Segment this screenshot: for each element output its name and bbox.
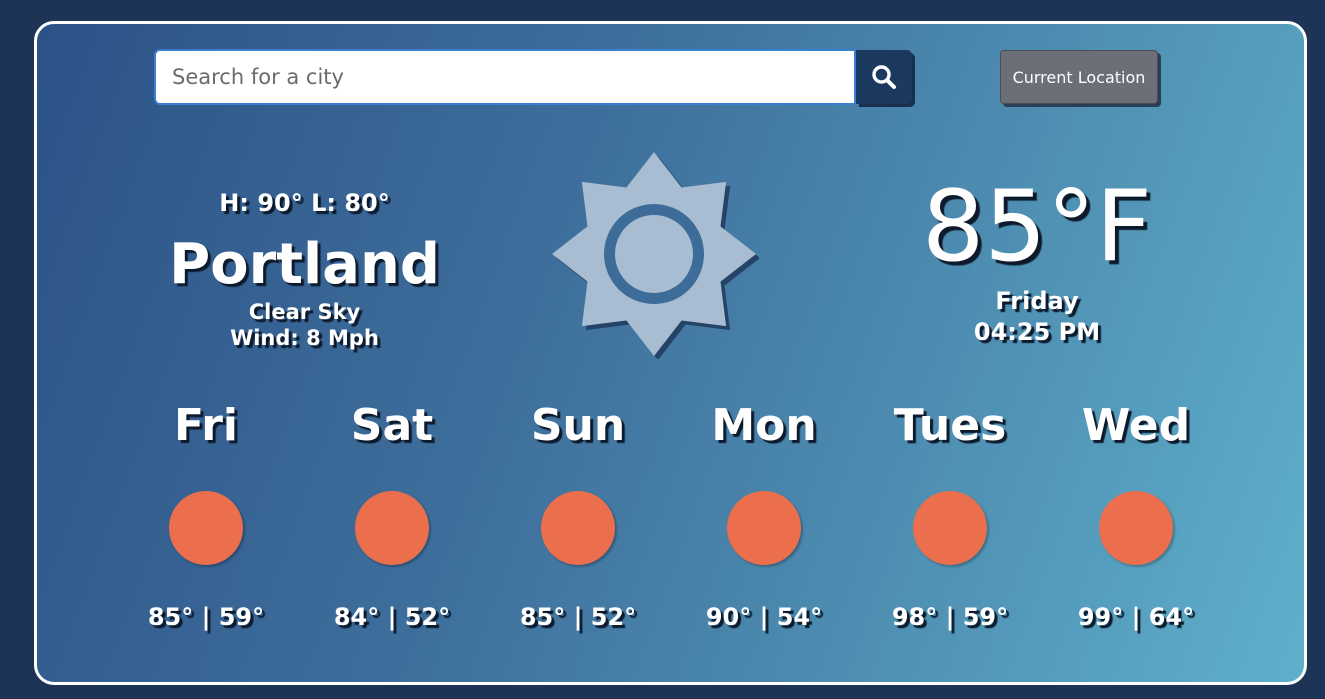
city-name: Portland: [169, 232, 440, 297]
forecast-day-label: Fri: [173, 400, 239, 451]
sun-circle-icon: [169, 491, 243, 565]
forecast-day-label: Sun: [530, 400, 626, 451]
search-button[interactable]: [856, 50, 912, 104]
search-box: [154, 49, 856, 105]
current-time: 04:25 PM: [973, 318, 1101, 346]
forecast-day-4: Tues 98° | 59°: [875, 396, 1025, 631]
forecast-temps: 99° | 64°: [1077, 603, 1195, 631]
sun-circle-icon: [913, 491, 987, 565]
weather-condition: Clear Sky: [248, 300, 361, 324]
forecast-day-0: Fri 85° | 59°: [131, 396, 281, 631]
search-input[interactable]: [156, 51, 854, 103]
forecast-day-label: Sat: [350, 400, 434, 451]
forecast-temps: 84° | 52°: [333, 603, 451, 631]
sun-circle-icon: [541, 491, 615, 565]
forecast-day-label: Tues: [893, 400, 1007, 451]
forecast-day-2: Sun 85° | 52°: [503, 396, 653, 631]
sun-icon: [552, 152, 759, 359]
sun-circle-icon: [727, 491, 801, 565]
forecast-temps: 90° | 54°: [705, 603, 823, 631]
forecast-day-1: Sat 84° | 52°: [317, 396, 467, 631]
current-day: Friday: [995, 287, 1079, 315]
current-location-button[interactable]: Current Location: [1000, 50, 1158, 104]
forecast-temps: 85° | 52°: [519, 603, 637, 631]
high-low-temp: H: 90° L: 80°: [219, 189, 390, 217]
weather-card: Current Location H: 90° L: 80° Portland …: [34, 21, 1307, 685]
sun-circle-icon: [355, 491, 429, 565]
current-temperature: 85°F: [921, 170, 1153, 284]
search-icon: [872, 65, 896, 89]
forecast-day-label: Wed: [1081, 400, 1191, 451]
forecast-day-3: Mon 90° | 54°: [689, 396, 839, 631]
sun-circle-icon: [1099, 491, 1173, 565]
forecast-temps: 98° | 59°: [891, 603, 1009, 631]
forecast-temps: 85° | 59°: [147, 603, 265, 631]
forecast-day-label: Mon: [711, 400, 817, 451]
forecast-day-5: Wed 99° | 64°: [1061, 396, 1211, 631]
wind-speed: Wind: 8 Mph: [230, 326, 379, 350]
